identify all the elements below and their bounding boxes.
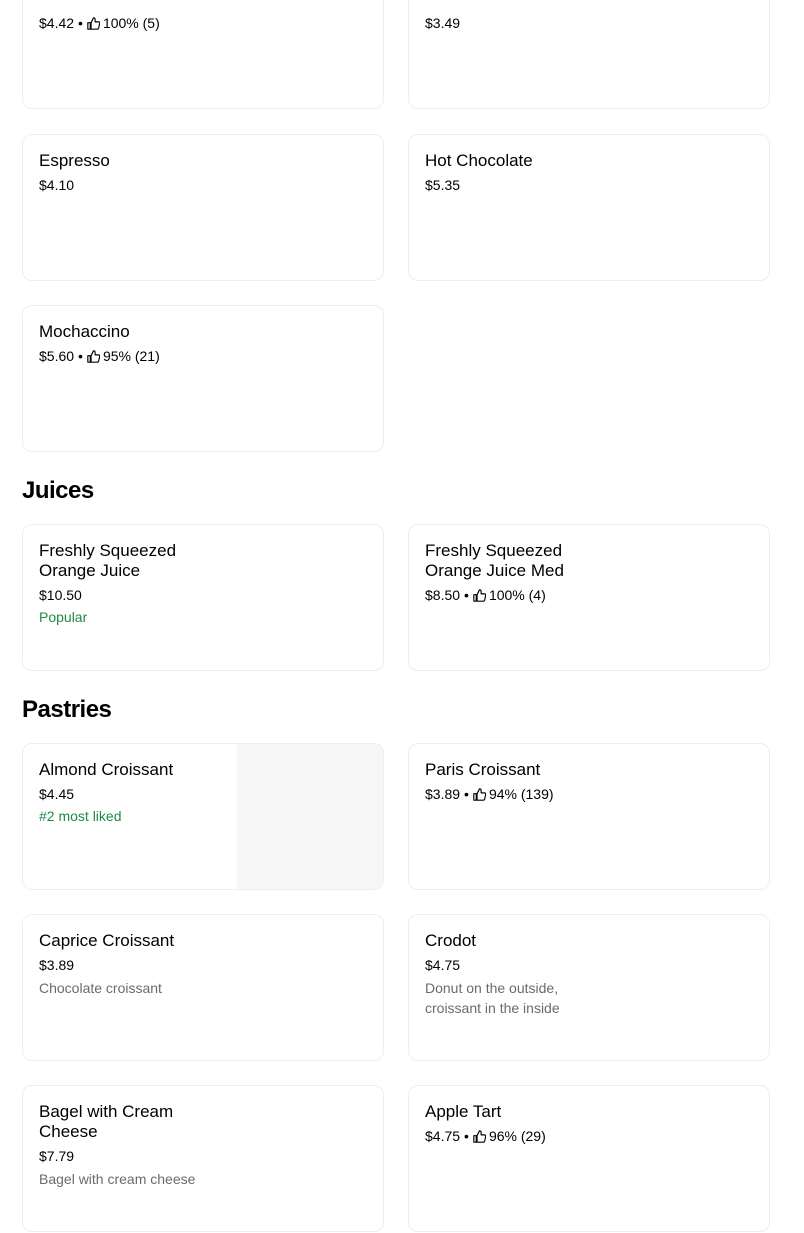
item-name: Caprice Croissant xyxy=(39,931,175,950)
item-description: Chocolate croissant xyxy=(39,980,162,996)
item-description: Bagel with cream cheese xyxy=(39,1171,196,1187)
menu-item-card[interactable]: Freshly Squeezed Orange Juice $10.50 Pop… xyxy=(22,524,384,671)
item-name: Bagel with Cream Cheese xyxy=(39,1102,174,1141)
thumbs-up-icon xyxy=(87,16,100,30)
item-price: $7.79 xyxy=(39,1148,75,1164)
item-meta: $4.42 • 100% (5) xyxy=(39,14,239,32)
item-rating: 100% (4) xyxy=(488,587,546,603)
menu-item-card[interactable]: Crodot $4.75 Donut on the outside, crois… xyxy=(408,914,770,1061)
item-meta: $5.35 xyxy=(425,176,625,194)
item-price: $4.75 xyxy=(425,957,461,973)
item-badge: #2 most liked xyxy=(39,808,122,824)
menu-item-card[interactable]: Caprice Croissant $3.89 Chocolate croiss… xyxy=(22,914,384,1061)
thumbs-up-icon xyxy=(473,588,486,602)
item-meta: $4.75 • 96% (29) xyxy=(425,1127,625,1145)
item-meta: $3.89 xyxy=(39,956,239,974)
thumbs-up-icon xyxy=(87,349,100,363)
item-name: Hot Chocolate xyxy=(425,151,533,170)
item-meta: $4.10 xyxy=(39,176,239,194)
section-title-pastries: Pastries xyxy=(22,696,112,723)
item-name: Freshly Squeezed Orange Juice Med xyxy=(425,541,564,580)
item-meta: $10.50 xyxy=(39,586,189,604)
item-meta: $3.49 xyxy=(425,14,625,32)
item-name: Espresso xyxy=(39,151,110,170)
item-price: $4.75 xyxy=(425,1128,461,1144)
separator-dot: • xyxy=(464,587,469,603)
menu-item-card[interactable]: Hot Chocolate $5.35 xyxy=(408,134,770,281)
menu-item-card[interactable]: $4.42 • 100% (5) xyxy=(22,0,384,109)
menu-item-card[interactable]: Bagel with Cream Cheese $7.79 Bagel with… xyxy=(22,1085,384,1232)
menu-item-card[interactable]: Espresso $4.10 xyxy=(22,134,384,281)
item-price: $5.60 xyxy=(39,348,75,364)
item-image xyxy=(237,744,383,889)
item-meta: $7.79 xyxy=(39,1147,214,1165)
item-name: Freshly Squeezed Orange Juice xyxy=(39,541,177,580)
item-meta: $8.50 • 100% (4) xyxy=(425,586,575,604)
item-price: $3.89 xyxy=(39,957,75,973)
item-meta: $4.75 xyxy=(425,956,585,974)
item-price: $10.50 xyxy=(39,587,82,603)
item-name: Crodot xyxy=(425,931,477,950)
item-rating: 95% (21) xyxy=(102,348,160,364)
separator-dot: • xyxy=(78,15,83,31)
separator-dot: • xyxy=(464,1128,469,1144)
item-rating: 100% (5) xyxy=(102,15,160,31)
section-title-juices: Juices xyxy=(22,477,94,504)
item-price: $4.45 xyxy=(39,786,75,802)
menu-item-card[interactable]: Mochaccino $5.60 • 95% (21) xyxy=(22,305,384,452)
item-price: $3.49 xyxy=(425,15,461,31)
item-price: $4.42 xyxy=(39,15,75,31)
item-name: Apple Tart xyxy=(425,1102,502,1121)
item-price: $4.10 xyxy=(39,177,75,193)
item-meta: $5.60 • 95% (21) xyxy=(39,347,239,365)
item-rating: 96% (29) xyxy=(488,1128,546,1144)
menu-item-card[interactable]: $3.49 xyxy=(408,0,770,109)
item-meta: $3.89 • 94% (139) xyxy=(425,785,625,803)
menu-item-card[interactable]: Paris Croissant $3.89 • 94% (139) xyxy=(408,743,770,890)
item-rating: 94% (139) xyxy=(488,786,554,802)
item-price: $5.35 xyxy=(425,177,461,193)
menu-item-card[interactable]: Almond Croissant $4.45 #2 most liked xyxy=(22,743,384,890)
item-name: Almond Croissant xyxy=(39,760,174,779)
separator-dot: • xyxy=(78,348,83,364)
item-name: Paris Croissant xyxy=(425,760,541,779)
item-description: Donut on the outside, croissant in the i… xyxy=(425,980,560,1016)
item-name: Mochaccino xyxy=(39,322,130,341)
menu-item-card[interactable]: Apple Tart $4.75 • 96% (29) xyxy=(408,1085,770,1232)
separator-dot: • xyxy=(464,786,469,802)
item-badge: Popular xyxy=(39,609,88,625)
item-meta: $4.45 xyxy=(39,785,239,803)
item-price: $3.89 xyxy=(425,786,461,802)
menu-item-card[interactable]: Freshly Squeezed Orange Juice Med $8.50 … xyxy=(408,524,770,671)
item-price: $8.50 xyxy=(425,587,461,603)
thumbs-up-icon xyxy=(473,787,486,801)
thumbs-up-icon xyxy=(473,1129,486,1143)
